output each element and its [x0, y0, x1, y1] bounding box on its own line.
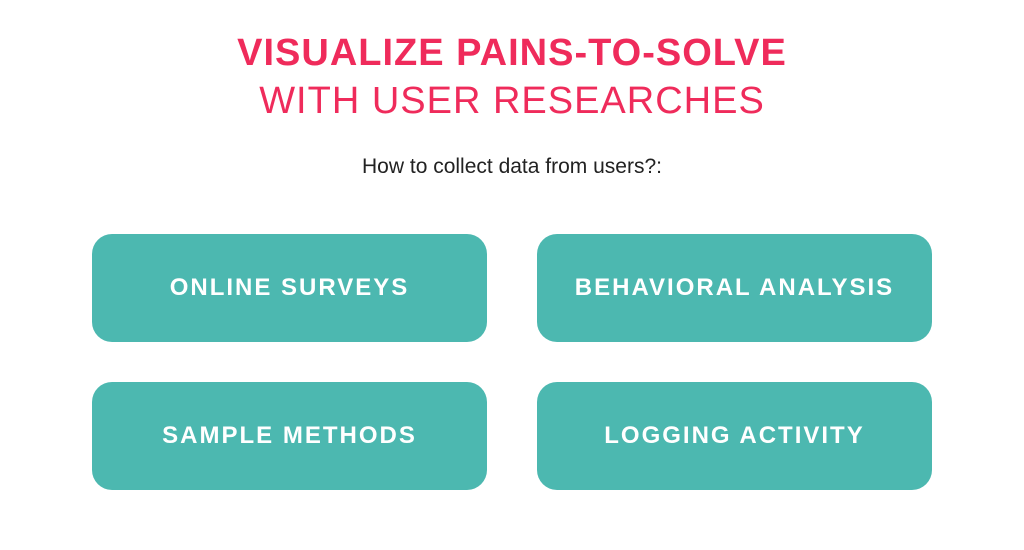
title-line-1: VISUALIZE PAINS-TO-SOLVE: [237, 30, 787, 78]
subtitle: How to collect data from users?:: [362, 155, 662, 179]
card-logging-activity: LOGGING ACTIVITY: [537, 382, 932, 490]
page-heading: VISUALIZE PAINS-TO-SOLVE WITH USER RESEA…: [237, 30, 787, 125]
title-line-2: WITH USER RESEARCHES: [237, 78, 787, 126]
cards-grid: ONLINE SURVEYS BEHAVIORAL ANALYSIS SAMPL…: [92, 234, 932, 490]
card-behavioral-analysis: BEHAVIORAL ANALYSIS: [537, 234, 932, 342]
card-sample-methods: SAMPLE METHODS: [92, 382, 487, 490]
card-online-surveys: ONLINE SURVEYS: [92, 234, 487, 342]
